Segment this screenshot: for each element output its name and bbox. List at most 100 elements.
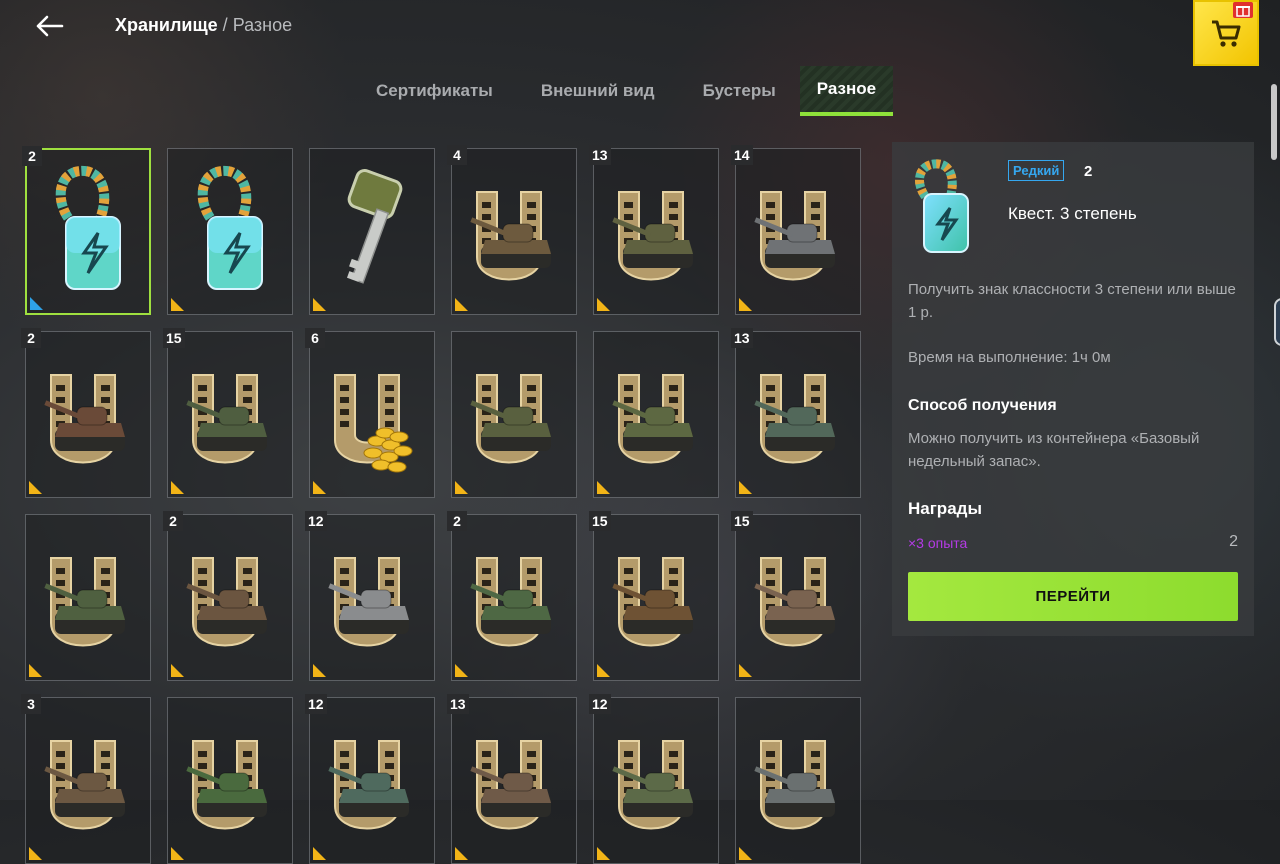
rarity-badge: Редкий (1008, 160, 1065, 181)
source-heading: Способ получения (908, 397, 1057, 414)
reward-count: 2 (1229, 533, 1238, 550)
item-count-badge: 6 (305, 328, 325, 348)
horseshoe-tank-icon (26, 332, 150, 497)
rarity-corner (30, 297, 43, 310)
breadcrumb-root[interactable]: Хранилище (115, 15, 218, 35)
item-card[interactable]: 3 (21, 694, 151, 864)
item-count-badge: 13 (589, 145, 611, 165)
item-count-badge: 12 (589, 694, 611, 714)
horseshoe-tank-icon (26, 515, 150, 680)
rarity-corner (29, 664, 42, 677)
horseshoe-tank-icon (736, 332, 860, 497)
item-card[interactable]: 13 (589, 145, 719, 315)
item-count-badge: 12 (305, 694, 327, 714)
item-card[interactable] (25, 514, 151, 681)
item-card[interactable]: 15 (163, 328, 293, 498)
horseshoe-tank-icon (736, 149, 860, 314)
item-card[interactable]: 2 (163, 511, 293, 681)
rarity-corner (455, 664, 468, 677)
rarity-corner (739, 298, 752, 311)
item-count-badge: 2 (163, 511, 183, 531)
rarity-corner (29, 481, 42, 494)
horseshoe-tank-icon (310, 515, 434, 680)
rarity-corner (739, 847, 752, 860)
rewards-heading: Награды (908, 499, 982, 518)
rarity-corner (597, 847, 610, 860)
item-card[interactable]: 15 (589, 511, 719, 681)
item-card[interactable] (735, 697, 861, 864)
item-title: Квест. 3 степень (1008, 204, 1137, 223)
shop-button[interactable] (1193, 0, 1259, 66)
reward-label: ×3 опыта (908, 535, 968, 551)
horseshoe-tank-icon (594, 332, 718, 497)
item-card[interactable]: 15 (731, 511, 861, 681)
gift-icon (1233, 2, 1253, 18)
back-arrow-icon[interactable] (34, 12, 66, 40)
item-card[interactable]: 2 (21, 328, 151, 498)
horseshoe-tank-icon (736, 515, 860, 680)
item-card[interactable] (167, 148, 293, 315)
breadcrumb-separator: / (222, 15, 228, 35)
rarity-corner (313, 298, 326, 311)
horseshoe-tank-icon (736, 698, 860, 863)
item-card[interactable] (451, 331, 577, 498)
rarity-corner (171, 664, 184, 677)
tab-bar: Сертификаты Внешний вид Бустеры Разное (352, 66, 894, 118)
key-icon (310, 149, 434, 314)
item-card[interactable]: 2 (22, 146, 151, 315)
quest-badge-icon (27, 150, 149, 313)
tab-boosters[interactable]: Бустеры (679, 66, 800, 116)
horseshoe-tank-icon (594, 515, 718, 680)
rarity-corner (29, 847, 42, 860)
rarity-corner (455, 481, 468, 494)
tab-misc[interactable]: Разное (799, 66, 894, 116)
tab-appearance[interactable]: Внешний вид (517, 66, 679, 116)
item-card[interactable]: 12 (305, 511, 435, 681)
rarity-corner (313, 481, 326, 494)
rarity-corner (171, 298, 184, 311)
rarity-corner (171, 847, 184, 860)
quest-badge-icon (915, 159, 969, 253)
item-description: Получить знак классности 3 степени или в… (908, 281, 1236, 321)
horseshoe-tank-icon (168, 515, 292, 680)
rarity-corner (739, 481, 752, 494)
item-card[interactable]: 13 (731, 328, 861, 498)
item-count: 2 (1084, 163, 1093, 180)
source-text: Можно получить из контейнера «Базовый не… (908, 430, 1200, 470)
item-count-badge: 15 (163, 328, 185, 348)
rarity-corner (313, 664, 326, 677)
scrollbar[interactable] (1271, 84, 1277, 160)
tab-certificates[interactable]: Сертификаты (352, 66, 517, 116)
item-card[interactable]: 13 (447, 694, 577, 864)
horseshoe-tank-icon (310, 698, 434, 863)
horseshoe-tank-icon (168, 698, 292, 863)
horseshoe-tank-icon (452, 698, 576, 863)
item-card[interactable]: 4 (447, 145, 577, 315)
item-count-badge: 13 (731, 328, 753, 348)
horseshoe-coins-icon (310, 332, 434, 497)
item-count-badge: 14 (731, 145, 753, 165)
item-count-badge: 2 (22, 146, 42, 166)
breadcrumb-current: Разное (232, 15, 293, 35)
item-card[interactable] (309, 148, 435, 315)
item-count-badge: 12 (305, 511, 327, 531)
item-card[interactable]: 6 (305, 328, 435, 498)
item-card[interactable]: 12 (589, 694, 719, 864)
rarity-corner (597, 298, 610, 311)
go-button[interactable]: ПЕРЕЙТИ (908, 572, 1238, 621)
horseshoe-tank-icon (168, 332, 292, 497)
horseshoe-tank-icon (26, 698, 150, 863)
item-time: Время на выполнение: 1ч 0м (908, 349, 1111, 366)
item-count-badge: 2 (447, 511, 467, 531)
item-card[interactable]: 14 (731, 145, 861, 315)
quest-badge-icon (168, 149, 292, 314)
item-count-badge: 3 (21, 694, 41, 714)
item-card[interactable] (167, 697, 293, 864)
item-detail-panel: Редкий 2 Квест. 3 степень Получить знак … (892, 142, 1254, 636)
item-count-badge: 2 (21, 328, 41, 348)
side-panel-handle[interactable] (1274, 298, 1280, 346)
item-card[interactable]: 2 (447, 511, 577, 681)
item-card[interactable] (593, 331, 719, 498)
rarity-corner (597, 664, 610, 677)
item-card[interactable]: 12 (305, 694, 435, 864)
